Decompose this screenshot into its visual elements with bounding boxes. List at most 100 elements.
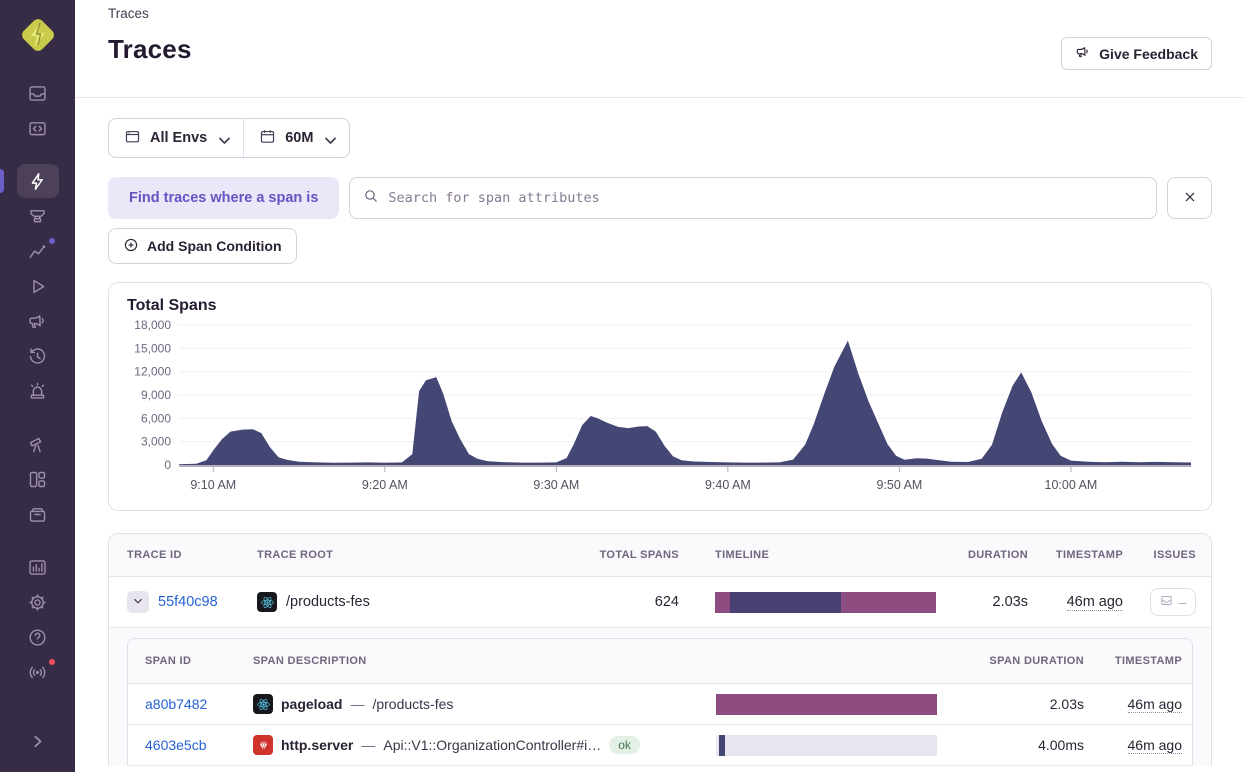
svg-text:9:30 AM: 9:30 AM: [533, 478, 579, 492]
sidebar-item-lightning-icon[interactable]: [0, 164, 59, 198]
page-header: Traces Traces Give Feedback: [75, 0, 1244, 98]
sidebar-nav-bottom: [0, 620, 75, 702]
chart-title: Total Spans: [127, 297, 217, 314]
svg-text:6,000: 6,000: [141, 411, 171, 425]
add-span-condition-label: Add Span Condition: [147, 238, 282, 254]
breadcrumb[interactable]: Traces: [108, 5, 1212, 21]
sidebar-item-dashboard-icon[interactable]: [17, 462, 59, 496]
expand-trace-button[interactable]: [127, 591, 149, 613]
chevron-down-icon: [216, 132, 231, 144]
sidebar-collapse-button[interactable]: [17, 724, 59, 758]
environment-filter-label: All Envs: [150, 130, 208, 146]
sidebar-item-archive-icon[interactable]: [17, 497, 59, 531]
search-icon: [363, 188, 379, 209]
time-range-label: 60M: [285, 130, 314, 146]
duration-value: 2.03s: [992, 594, 1028, 610]
sidebar-item-megaphone-icon[interactable]: [17, 304, 59, 338]
col-timestamp: Timestamp: [1055, 549, 1123, 561]
ruby-project-icon: [253, 735, 273, 755]
span-id-link[interactable]: a80b7482: [145, 696, 207, 712]
sidebar-item-projector-icon[interactable]: [17, 199, 59, 233]
col-total-spans: Total Spans: [599, 549, 679, 561]
environment-filter-dropdown[interactable]: All Envs: [109, 119, 243, 157]
traces-table: Trace ID Trace Root Total Spans Timeline…: [108, 533, 1212, 766]
page-content: All Envs 60M Find traces where a span is: [75, 98, 1244, 772]
total-spans-chart-panel: Total Spans 0 3,000 6,000 9,000 12,000 15,000…: [108, 282, 1212, 511]
span-op-label: http.server: [281, 737, 354, 753]
span-table-row[interactable]: 4603e5cb http.server — Api::V1::Organiza…: [128, 725, 1192, 766]
sidebar-item-history-icon[interactable]: [17, 339, 59, 373]
total-spans-area-chart: 0 3,000 6,000 9,000 12,000 15,000 18,000 9:10 A…: [127, 317, 1193, 508]
timeline-bar: [716, 693, 937, 715]
sidebar: [0, 0, 75, 772]
timestamp-link[interactable]: 46m ago: [1066, 594, 1123, 611]
megaphone-icon: [1075, 44, 1091, 63]
plus-circle-icon: [123, 237, 139, 256]
span-id-link[interactable]: 4603e5cb: [145, 737, 207, 753]
area-chart-svg: 0 3,000 6,000 9,000 12,000 15,000 18,000 9:10 A…: [134, 318, 1191, 492]
col-issues: Issues: [1153, 549, 1196, 561]
find-traces-pill: Find traces where a span is: [108, 177, 340, 219]
svg-text:9:10 AM: 9:10 AM: [190, 478, 236, 492]
sidebar-item-broadcast-icon[interactable]: [17, 655, 59, 689]
col-span-duration: Span Duration: [989, 655, 1084, 667]
timestamp-link[interactable]: 46m ago: [1127, 696, 1182, 713]
svg-text:9:20 AM: 9:20 AM: [362, 478, 408, 492]
svg-text:9:40 AM: 9:40 AM: [705, 478, 751, 492]
timeline-segment: [719, 734, 725, 756]
svg-text:0: 0: [164, 458, 171, 472]
svg-text:12,000: 12,000: [134, 365, 171, 379]
trace-root-label: /products-fes: [286, 594, 370, 610]
sentry-logo-icon[interactable]: [17, 14, 59, 56]
time-range-dropdown[interactable]: 60M: [243, 119, 349, 157]
col-span-timestamp: Timestamp: [1114, 655, 1182, 667]
span-duration-value: 4.00ms: [1038, 737, 1084, 753]
search-box[interactable]: [349, 177, 1157, 219]
chevron-down-icon: [132, 595, 144, 610]
react-project-icon: [253, 694, 273, 714]
give-feedback-label: Give Feedback: [1099, 45, 1198, 62]
issues-count: –: [1178, 594, 1187, 610]
sidebar-item-gear-icon[interactable]: [17, 585, 59, 619]
col-span-description: Span Description: [253, 655, 367, 667]
total-spans-value: 624: [654, 594, 679, 610]
react-project-icon: [257, 592, 277, 612]
add-span-condition-button[interactable]: Add Span Condition: [108, 228, 297, 264]
trace-table-header: Trace ID Trace Root Total Spans Timeline…: [109, 534, 1211, 577]
notification-badge-dot: [46, 236, 57, 246]
give-feedback-button[interactable]: Give Feedback: [1061, 37, 1212, 70]
span-description: Api::V1::OrganizationController#i…: [383, 737, 602, 753]
search-input[interactable]: [388, 190, 1143, 206]
sidebar-item-telescope-icon[interactable]: [17, 427, 59, 461]
sidebar-item-issues-icon[interactable]: [17, 76, 59, 110]
svg-text:9:50 AM: 9:50 AM: [876, 478, 922, 492]
page-title: Traces: [108, 34, 192, 64]
sidebar-item-code-folder-icon[interactable]: [17, 111, 59, 145]
separator-dash: —: [350, 696, 365, 712]
span-table-row[interactable]: a80b7482 pageload — /products-fes 2.03s …: [128, 684, 1192, 725]
issues-icon: [1160, 594, 1173, 610]
svg-text:9,000: 9,000: [141, 388, 171, 402]
environment-icon: [124, 128, 141, 149]
span-op-label: pageload: [281, 696, 343, 712]
sidebar-item-siren-icon[interactable]: [17, 374, 59, 408]
filter-bar: All Envs 60M: [108, 118, 351, 158]
span-table-header: Span ID Span Description Span Duration T…: [128, 639, 1192, 684]
issues-button[interactable]: –: [1150, 588, 1196, 616]
sidebar-item-help-icon[interactable]: [17, 620, 59, 654]
trace-id-link[interactable]: 55f40c98: [158, 594, 218, 610]
expanded-trace-section: Span ID Span Description Span Duration T…: [109, 627, 1211, 766]
col-timeline: Timeline: [715, 549, 770, 561]
sidebar-item-stats-icon[interactable]: [17, 550, 59, 584]
span-table: Span ID Span Description Span Duration T…: [127, 638, 1193, 766]
clear-search-button[interactable]: [1167, 177, 1212, 219]
svg-text:3,000: 3,000: [141, 435, 171, 449]
trace-table-row[interactable]: 55f40c98 /products-fes 624 2.03s 46m ago…: [109, 577, 1211, 627]
sidebar-item-play-icon[interactable]: [17, 269, 59, 303]
separator-dash: —: [361, 737, 376, 753]
search-row: Find traces where a span is: [108, 177, 1212, 219]
sidebar-item-chart-line-icon[interactable]: [17, 234, 59, 268]
col-duration: Duration: [967, 549, 1028, 561]
timestamp-link[interactable]: 46m ago: [1127, 737, 1182, 754]
col-trace-root: Trace Root: [257, 549, 334, 561]
